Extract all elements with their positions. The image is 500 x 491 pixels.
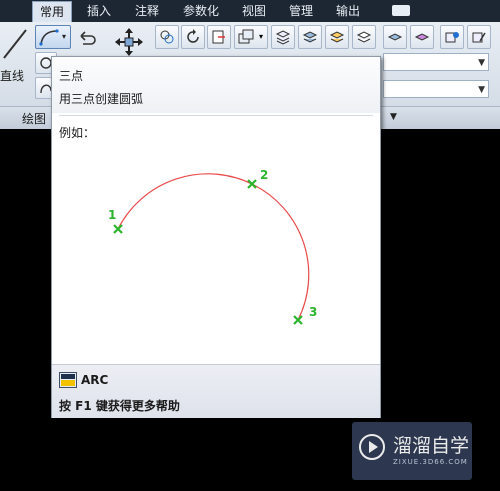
layer-stack-icon — [275, 30, 291, 45]
trim-button[interactable] — [207, 25, 231, 49]
tab-home[interactable]: 常用 — [32, 1, 72, 22]
move-icon[interactable] — [113, 26, 145, 58]
tab-parametric[interactable]: 参数化 — [174, 1, 228, 22]
trim-icon — [212, 30, 225, 44]
chevron-down-icon[interactable]: ▾ — [259, 32, 263, 41]
panel-draw-label[interactable]: 绘图 — [22, 110, 46, 127]
layer-state-icon — [302, 31, 318, 43]
tooltip-footer: ARC 按 F1 键获得更多帮助 — [52, 364, 380, 418]
block-insert-button[interactable] — [440, 25, 464, 49]
line-tool-icon[interactable] — [0, 26, 30, 62]
layer-lock-icon — [414, 33, 430, 41]
tab-manage[interactable]: 管理 — [281, 1, 321, 22]
panel-expand-icon[interactable]: ▼ — [390, 112, 397, 122]
arc-tooltip: 三点 用三点创建圆弧 例如： 123 ARC 按 F1 键获得更多帮助 — [51, 56, 381, 418]
arc-curve — [117, 173, 310, 321]
copy-button[interactable] — [155, 25, 179, 49]
layer-match-icon — [356, 31, 372, 43]
layer-state-button[interactable] — [298, 25, 322, 49]
help-hint: 按 F1 键获得更多帮助 — [59, 399, 180, 413]
point-marker — [247, 179, 257, 189]
ribbon-tab-bar: 常用 插入 注释 参数化 视图 管理 输出 — [0, 0, 500, 22]
layer-lock-button[interactable] — [410, 25, 434, 49]
point-marker — [113, 224, 123, 234]
arc-tool-button[interactable]: ▾ — [35, 25, 71, 49]
site-watermark: 溜溜自学 ZIXUE.3D66.COM — [352, 422, 472, 480]
command-name: ARC — [81, 373, 109, 387]
play-logo-icon — [359, 434, 385, 460]
rotate-button[interactable] — [181, 25, 205, 49]
layer-dropdown[interactable]: ▼ — [383, 53, 489, 71]
point-label: 2 — [260, 168, 268, 182]
undo-arrow-icon[interactable] — [77, 28, 97, 46]
layer-freeze-button[interactable] — [383, 25, 407, 49]
point-label: 3 — [309, 305, 317, 319]
tab-insert[interactable]: 插入 — [79, 1, 119, 22]
line-tool-label[interactable]: 直线 — [0, 67, 24, 84]
point-marker — [293, 315, 303, 325]
rotate-icon — [187, 29, 199, 43]
layer-freeze-icon — [387, 33, 403, 41]
array-icon — [238, 29, 254, 44]
watermark-title: 溜溜自学 — [393, 435, 470, 457]
chevron-down-icon: ▼ — [478, 85, 485, 95]
array-button[interactable]: ▾ — [234, 25, 268, 49]
three-point-arc-illustration: 1 2 3 — [108, 168, 317, 325]
tab-output[interactable]: 输出 — [328, 1, 368, 22]
point-label: 1 — [108, 208, 116, 222]
block-edit-button[interactable] — [467, 25, 491, 49]
block-edit-icon — [472, 32, 486, 43]
layer-match-button[interactable] — [352, 25, 376, 49]
layer-isolate-button[interactable] — [325, 25, 349, 49]
linetype-dropdown[interactable]: ▼ — [383, 80, 489, 98]
layer-isolate-icon — [329, 31, 345, 43]
minimize-ribbon-icon[interactable] — [392, 5, 410, 16]
arc-command-icon — [59, 372, 77, 388]
copy-icon — [160, 30, 174, 44]
tab-view[interactable]: 视图 — [234, 1, 274, 22]
arc-icon — [39, 29, 59, 46]
watermark-url: ZIXUE.3D66.COM — [393, 458, 468, 466]
chevron-down-icon[interactable]: ▾ — [62, 32, 66, 41]
layer-properties-button[interactable] — [271, 25, 295, 49]
block-icon — [445, 32, 459, 43]
chevron-down-icon: ▼ — [478, 58, 485, 68]
tab-annotate[interactable]: 注释 — [127, 1, 167, 22]
